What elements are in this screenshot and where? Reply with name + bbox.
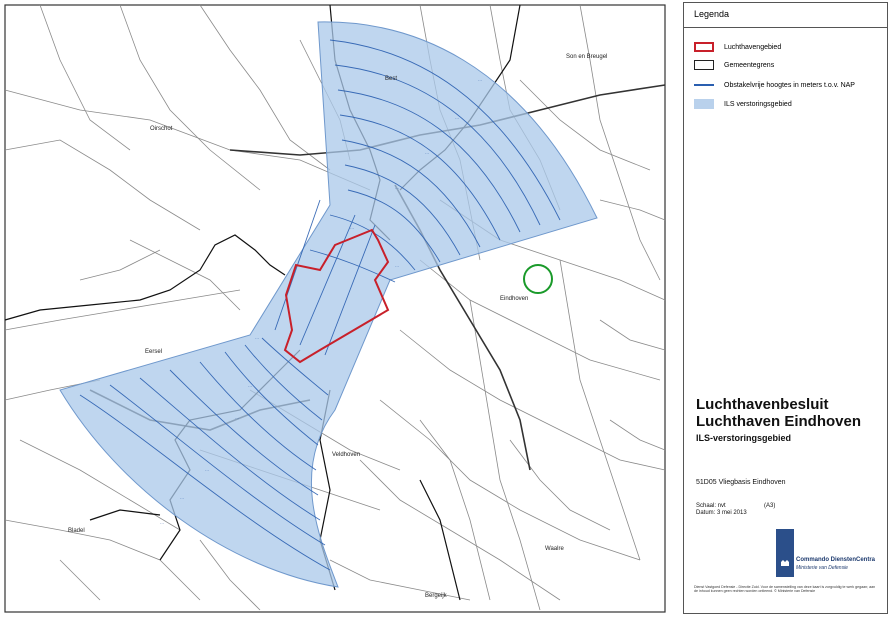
svg-text:···: ··· — [425, 151, 429, 156]
legend-item-ils-verstoringsgebied: ILS verstoringsgebied — [694, 98, 792, 110]
svg-text:···: ··· — [478, 78, 482, 83]
svg-text:···: ··· — [395, 264, 399, 269]
legend-divider — [684, 27, 887, 28]
place-eersel: Eersel — [145, 349, 162, 355]
municipal-boundary-swatch-icon — [694, 60, 714, 70]
place-bergeijk: Bergeijk — [425, 593, 448, 599]
legend-label: Luchthavengebied — [724, 43, 782, 51]
svg-text:···: ··· — [235, 416, 239, 421]
legend-label: Gemeentegrens — [724, 61, 775, 69]
map-canvas[interactable]: ··· ··· ··· ··· ··· ··· ··· ··· ··· ··· … — [0, 0, 670, 617]
map-scale: Schaal: nvt — [696, 503, 726, 509]
place-oirschot: Oirschot — [150, 126, 173, 132]
svg-text:···: ··· — [160, 521, 164, 526]
legend-item-gemeentegrens: Gemeentegrens — [694, 59, 774, 71]
disclaimer-text: Dienst Vastgoed Defensie - Directie Zuid… — [694, 585, 876, 594]
map-paper-size: (A3) — [764, 503, 776, 509]
legend-title: Legenda — [694, 9, 730, 19]
svg-text:···: ··· — [248, 384, 252, 389]
svg-text:···: ··· — [395, 186, 399, 191]
ils-area-swatch-icon — [694, 99, 714, 109]
svg-text:···: ··· — [350, 226, 354, 231]
contour-line-swatch-icon — [694, 84, 714, 86]
svg-text:···: ··· — [455, 116, 459, 121]
place-waalre: Waalre — [545, 546, 564, 552]
legend-panel: Legenda Luchthavengebied Gemeentegrens O… — [683, 2, 888, 614]
place-son-en-breugel: Son en Breugel — [566, 54, 607, 60]
logo-name: Commando DienstenCentra — [796, 557, 876, 563]
airport-boundary-swatch-icon — [694, 42, 714, 52]
map-date: Datum: 3 mei 2013 — [696, 510, 747, 516]
legend-label: Obstakelvrije hoogtes in meters t.o.v. N… — [724, 81, 855, 89]
defense-logo-icon — [776, 529, 794, 577]
place-best: Best — [385, 76, 397, 82]
svg-text:···: ··· — [180, 496, 184, 501]
map-title-line-2: Luchthaven Eindhoven — [696, 413, 862, 430]
legend-label: ILS verstoringsgebied — [724, 100, 792, 108]
legend-item-luchthavengebied: Luchthavengebied — [694, 41, 781, 53]
map-subtitle: ILS-verstoringsgebied — [696, 433, 792, 443]
map-title-line-1: Luchthavenbesluit — [696, 396, 829, 413]
place-eindhoven: Eindhoven — [500, 296, 528, 302]
map-code: 51D05 Vliegbasis Eindhoven — [696, 479, 786, 486]
logo-subtitle: Ministerie van Defensie — [796, 565, 848, 571]
svg-text:···: ··· — [255, 336, 259, 341]
svg-text:···: ··· — [205, 468, 209, 473]
place-bladel: Bladel — [68, 528, 85, 534]
legend-item-obstakelvrije-hoogtes: Obstakelvrije hoogtes in meters t.o.v. N… — [694, 79, 855, 91]
crest-icon — [781, 560, 789, 566]
place-veldhoven: Veldhoven — [332, 452, 360, 458]
